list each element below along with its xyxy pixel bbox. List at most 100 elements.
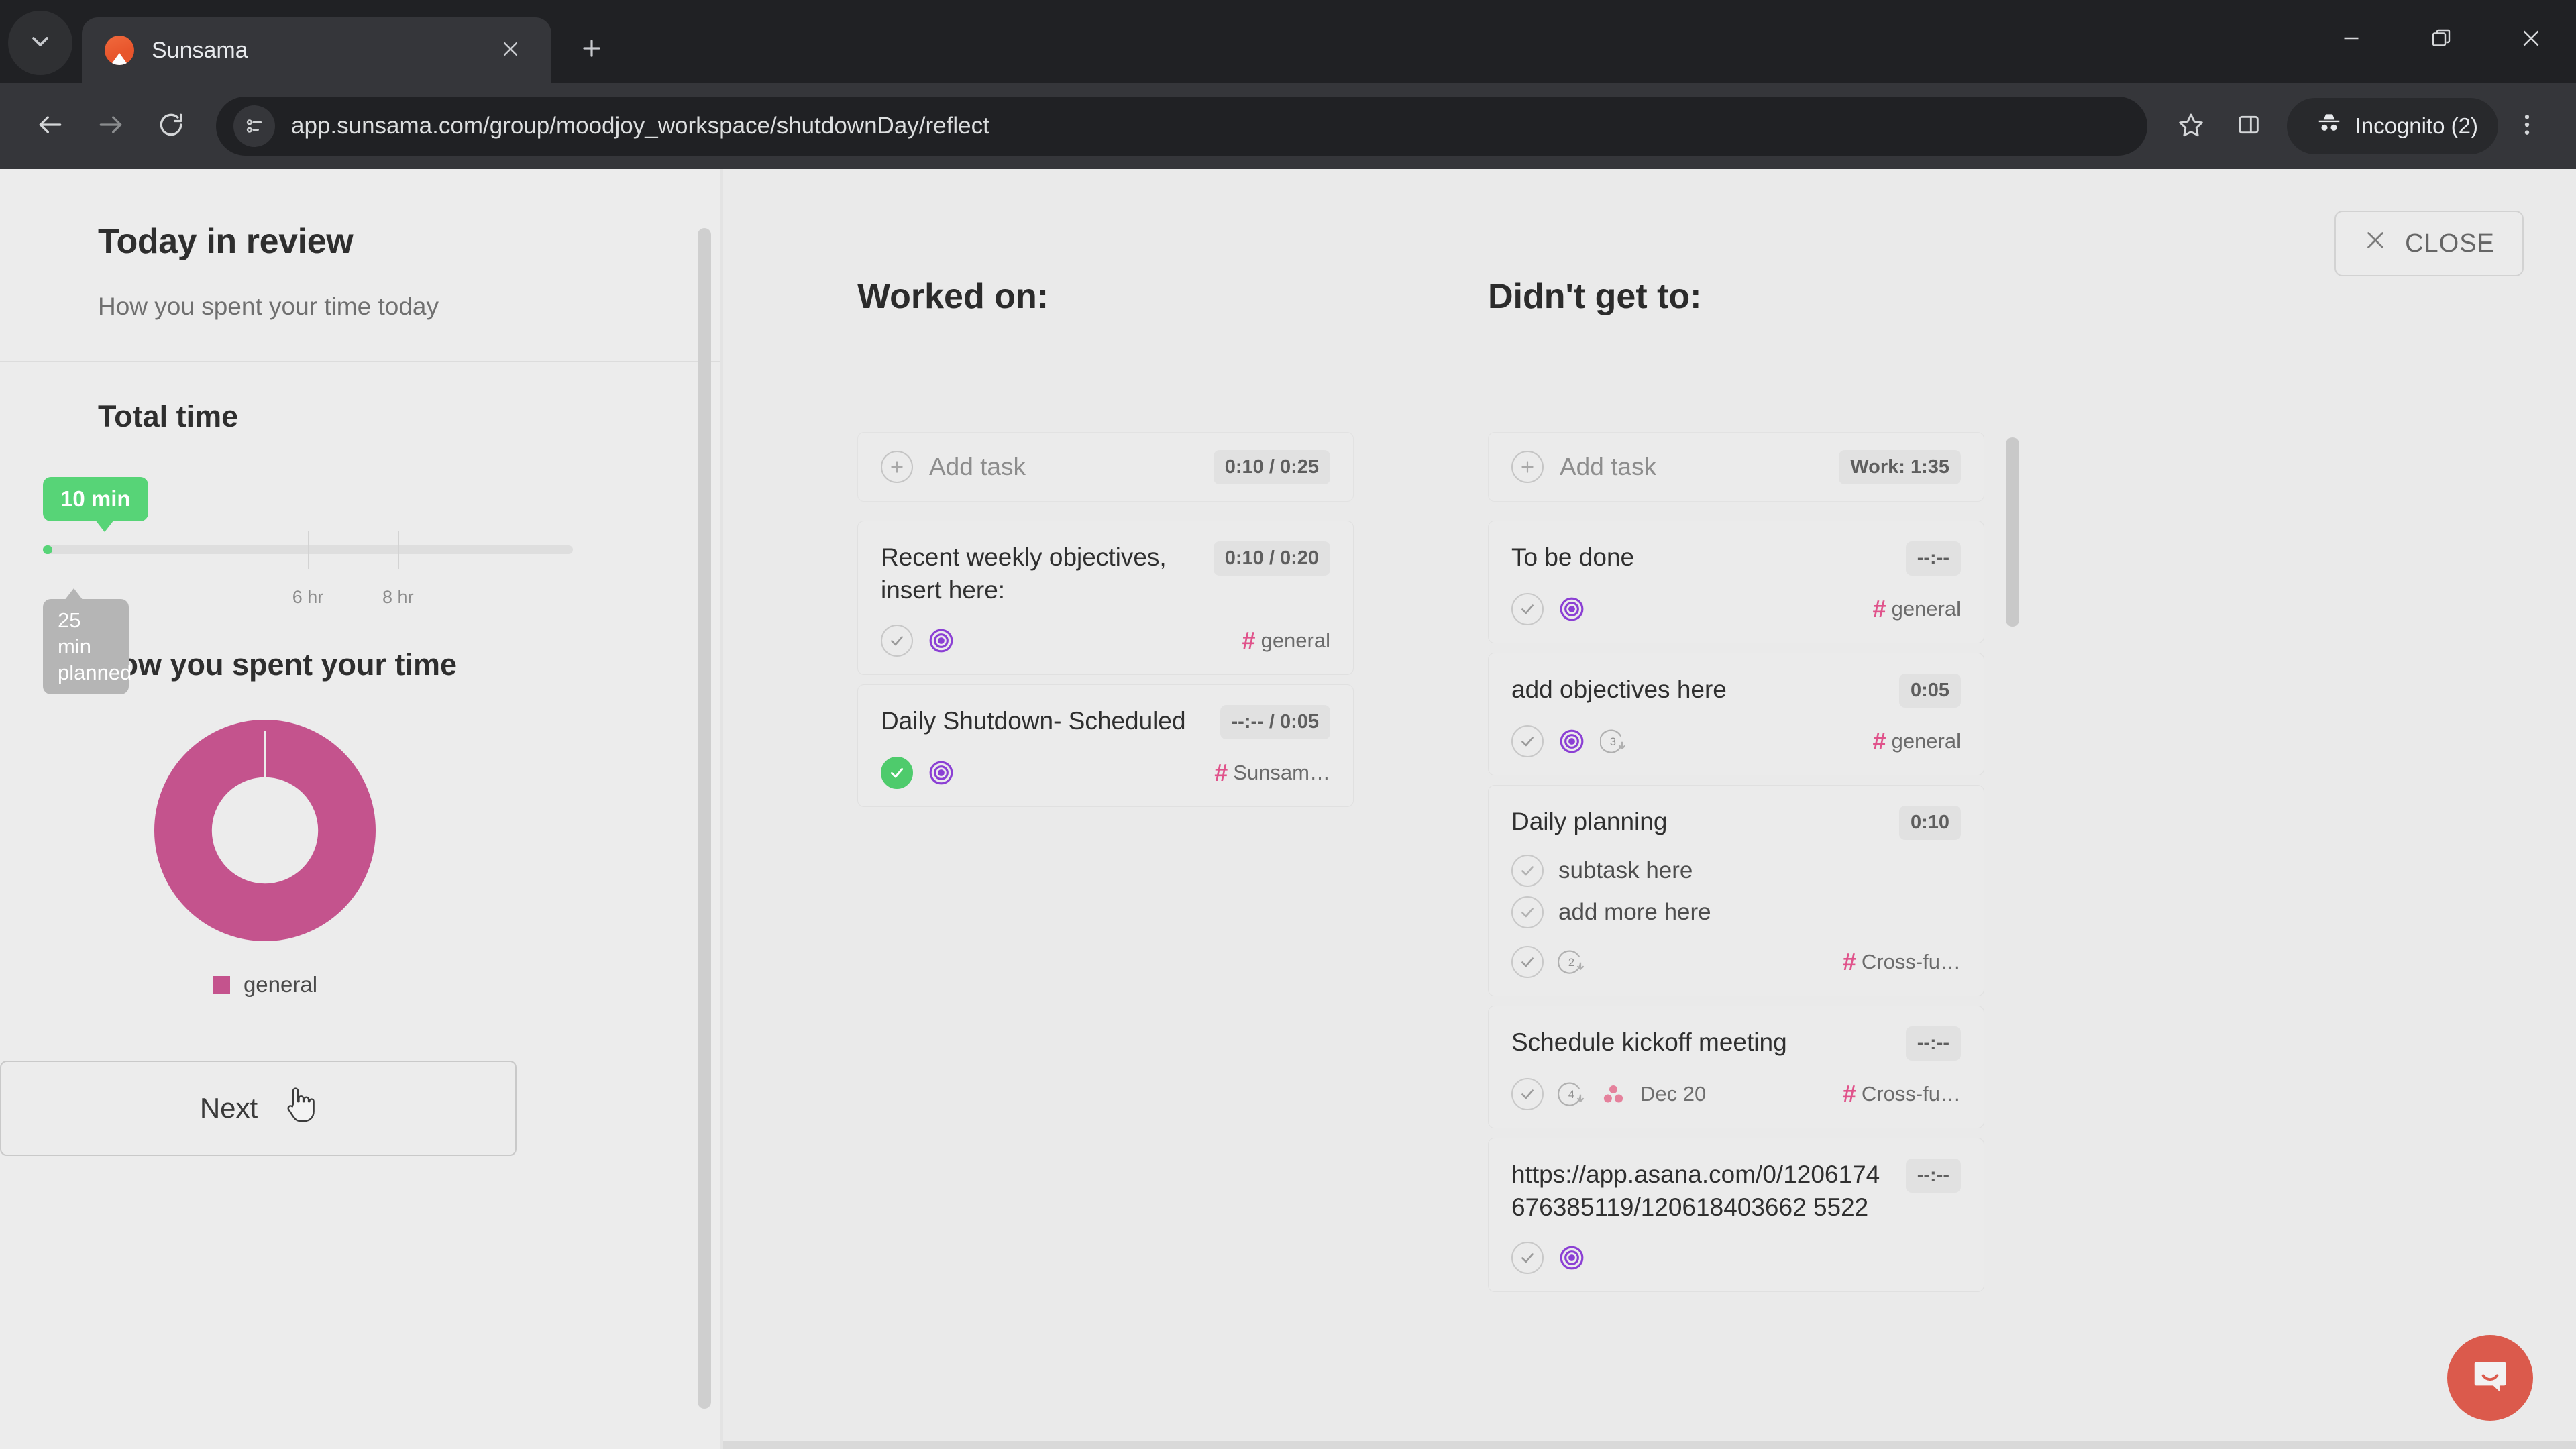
total-time-slider: 10 min 6 hr 8 hr 25 min planned xyxy=(43,477,628,695)
forward-button[interactable] xyxy=(80,96,141,156)
browser-window: Sunsama app.sunsama.com/group/moodjoy_wo… xyxy=(0,0,2576,1449)
task-channel[interactable]: # Cross-fu… xyxy=(1843,1082,1961,1106)
task-checkbox[interactable] xyxy=(1511,1241,1544,1274)
address-bar[interactable]: app.sunsama.com/group/moodjoy_workspace/… xyxy=(216,97,2147,156)
objective-target-icon xyxy=(928,759,955,786)
page-viewport: Today in review How you spent your time … xyxy=(0,169,2576,1449)
task-checkbox[interactable] xyxy=(1511,1078,1544,1110)
hash-icon: # xyxy=(1242,626,1256,654)
close-button[interactable]: CLOSE xyxy=(2334,211,2524,276)
plus-circle-icon xyxy=(881,451,913,483)
page-info-icon[interactable] xyxy=(233,105,275,147)
task-checkbox-checked[interactable] xyxy=(881,756,913,789)
window-maximize-button[interactable] xyxy=(2396,0,2486,79)
plus-icon xyxy=(579,36,604,64)
task-channel[interactable]: # general xyxy=(1873,729,1961,753)
reschedule-count-icon: 2 xyxy=(1557,948,1587,976)
task-checkbox[interactable] xyxy=(1511,946,1544,978)
new-tab-button[interactable] xyxy=(568,25,616,74)
three-dot-menu-icon xyxy=(2514,111,2540,142)
add-task-row[interactable]: Add task 0:10 / 0:25 xyxy=(857,432,1354,502)
planned-time-line1: 25 min xyxy=(58,608,91,658)
slider-tick-label-6hr: 6 hr xyxy=(292,587,324,607)
channel-name: Cross-fu… xyxy=(1861,1082,1961,1106)
next-button[interactable]: Next xyxy=(0,1061,517,1156)
chevron-down-icon xyxy=(27,28,54,58)
task-time-chip: --:-- / 0:05 xyxy=(1220,704,1330,739)
browser-tab-sunsama[interactable]: Sunsama xyxy=(82,17,551,83)
subtask-item[interactable]: subtask here xyxy=(1511,855,1961,887)
task-time-chip: --:-- xyxy=(1905,541,1961,576)
channel-name: general xyxy=(1891,729,1961,753)
task-checkbox[interactable] xyxy=(881,624,913,657)
profile-incognito-button[interactable]: Incognito (2) xyxy=(2286,98,2498,154)
subtask-label: subtask here xyxy=(1558,857,1693,883)
divider xyxy=(0,361,769,362)
task-card[interactable]: https://app.asana.com/0/1206174676385119… xyxy=(1488,1138,1984,1292)
subtask-list: subtask here add more here xyxy=(1511,855,1961,928)
intercom-chat-icon xyxy=(2469,1356,2511,1401)
close-icon xyxy=(2519,26,2543,54)
objective-target-icon xyxy=(1558,596,1585,623)
task-checkbox[interactable] xyxy=(1511,593,1544,625)
minimize-icon xyxy=(2339,26,2363,54)
slider-track: 6 hr 8 hr xyxy=(43,531,573,607)
chart-legend: general xyxy=(212,972,317,998)
tab-close-button[interactable] xyxy=(492,32,529,68)
next-button-label: Next xyxy=(199,1092,258,1124)
svg-text:4: 4 xyxy=(1568,1089,1574,1101)
side-panel-button[interactable] xyxy=(2220,97,2277,155)
task-checkbox[interactable] xyxy=(1511,725,1544,757)
task-card[interactable]: add objectives here 0:05 3 # general xyxy=(1488,653,1984,775)
objective-target-icon xyxy=(1558,728,1585,755)
task-title: Schedule kickoff meeting xyxy=(1511,1028,1787,1056)
task-channel[interactable]: # Sunsam… xyxy=(1214,760,1330,785)
task-column-scrollbar[interactable] xyxy=(2006,437,2019,627)
task-card[interactable]: Recent weekly objectives, insert here: 0… xyxy=(857,521,1354,675)
star-icon xyxy=(2178,111,2204,142)
channel-name: general xyxy=(1891,597,1961,621)
intercom-chat-button[interactable] xyxy=(2447,1335,2533,1421)
planned-time-badge: 25 min planned xyxy=(43,588,131,695)
task-due-date: Dec 20 xyxy=(1640,1082,1707,1106)
reschedule-count-icon: 4 xyxy=(1557,1080,1587,1108)
review-panel-scrollbar[interactable] xyxy=(698,228,711,1409)
task-title: To be done xyxy=(1511,543,1635,571)
back-button[interactable] xyxy=(20,96,80,156)
window-close-button[interactable] xyxy=(2486,0,2576,79)
browser-menu-button[interactable] xyxy=(2498,97,2556,155)
side-panel-icon xyxy=(2235,111,2262,142)
add-task-row[interactable]: Add task Work: 1:35 xyxy=(1488,432,1984,502)
actual-time-badge: 10 min xyxy=(43,477,148,532)
spent-time-heading: How you spent your time xyxy=(98,647,458,682)
close-icon xyxy=(500,39,521,62)
task-list: To be done --:-- # general add objective… xyxy=(1488,521,1984,1292)
task-card[interactable]: Daily planning 0:10 subtask here add mor… xyxy=(1488,785,1984,996)
task-channel[interactable]: # general xyxy=(1873,597,1961,621)
incognito-icon xyxy=(2315,109,2343,143)
column-didnt-get-to: Didn't get to: Add task Work: 1:35 To be… xyxy=(1488,276,2019,1292)
hash-icon: # xyxy=(1872,595,1886,623)
task-card[interactable]: Schedule kickoff meeting --:-- 4 Dec 20 … xyxy=(1488,1006,1984,1128)
task-columns: Worked on: Add task 0:10 / 0:25 Recent w… xyxy=(723,169,2576,1292)
page-title: Today in review xyxy=(98,222,354,261)
subtask-checkbox[interactable] xyxy=(1511,896,1544,928)
reload-icon xyxy=(156,110,186,143)
add-task-label: Add task xyxy=(1560,453,1656,480)
url-text: app.sunsama.com/group/moodjoy_workspace/… xyxy=(291,113,989,139)
tab-search-button[interactable] xyxy=(8,11,72,75)
reschedule-count-icon: 3 xyxy=(1599,727,1628,755)
task-card[interactable]: Daily Shutdown- Scheduled --:-- / 0:05 #… xyxy=(857,684,1354,807)
channel-name: Sunsam… xyxy=(1233,760,1330,784)
window-minimize-button[interactable] xyxy=(2306,0,2396,79)
reload-button[interactable] xyxy=(141,96,201,156)
subtask-item[interactable]: add more here xyxy=(1511,896,1961,928)
task-title: Daily planning xyxy=(1511,808,1668,835)
task-time-chip: --:-- xyxy=(1905,1026,1961,1061)
task-card[interactable]: To be done --:-- # general xyxy=(1488,521,1984,643)
task-channel[interactable]: # Cross-fu… xyxy=(1843,950,1961,974)
task-channel[interactable]: # general xyxy=(1242,626,1330,654)
asana-icon xyxy=(1601,1082,1625,1106)
subtask-checkbox[interactable] xyxy=(1511,855,1544,887)
bookmark-button[interactable] xyxy=(2162,97,2220,155)
